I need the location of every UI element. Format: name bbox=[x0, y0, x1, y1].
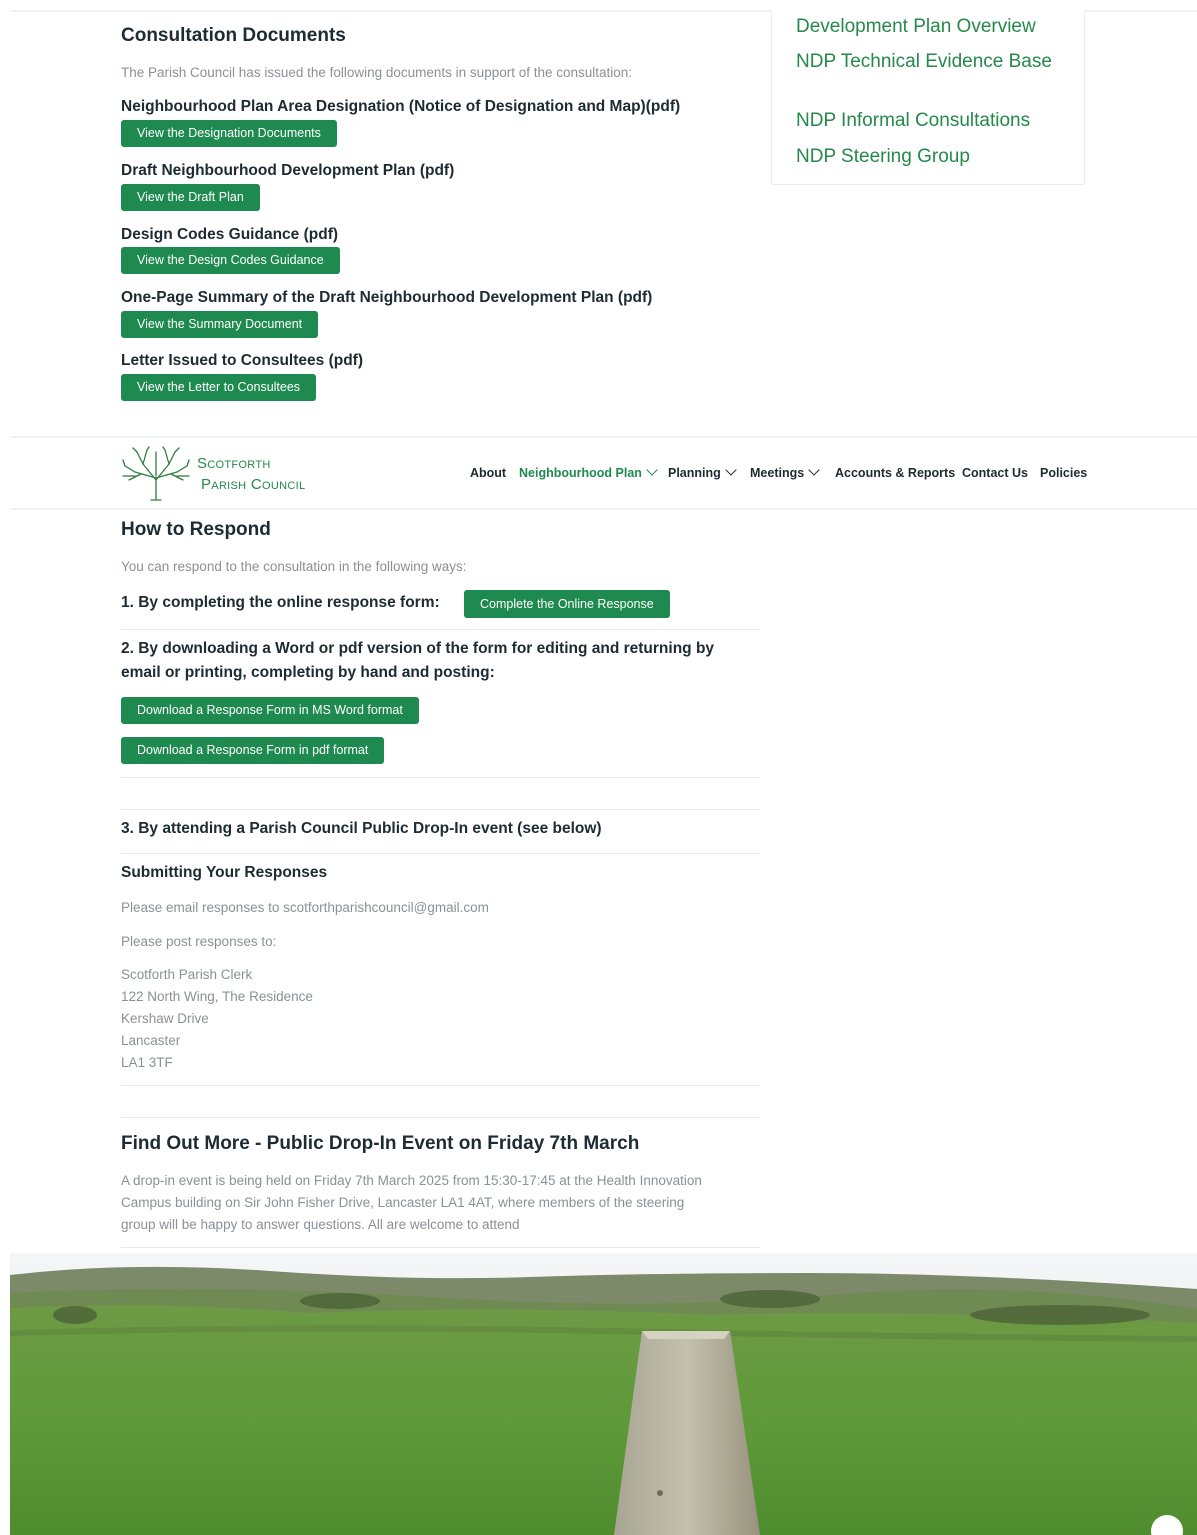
option3-text: 3. By attending a Parish Council Public … bbox=[121, 820, 602, 837]
complete-online-response-button[interactable]: Complete the Online Response bbox=[464, 590, 670, 618]
address-line-5: LA1 3TF bbox=[121, 1055, 173, 1070]
option2-line1: 2. By downloading a Word or pdf version … bbox=[121, 640, 715, 657]
event-text-line1: A drop-in event is being held on Friday … bbox=[121, 1173, 702, 1188]
logo-text-line2[interactable]: Parish Council bbox=[201, 476, 305, 493]
address-line-1: Scotforth Parish Clerk bbox=[121, 967, 253, 982]
doc-heading-design-codes: Design Codes Guidance (pdf) bbox=[121, 226, 339, 243]
event-text-line2: Campus building on Sir John Fisher Drive… bbox=[121, 1195, 685, 1210]
divider bbox=[121, 1247, 760, 1248]
address-line-2: 122 North Wing, The Residence bbox=[121, 989, 313, 1004]
submitting-title: Submitting Your Responses bbox=[121, 864, 328, 881]
event-text-line3: group will be happy to answer questions.… bbox=[121, 1217, 520, 1232]
sidebar-link-evidence[interactable]: NDP Technical Evidence Base bbox=[796, 50, 1056, 74]
divider bbox=[121, 777, 760, 778]
nav-meetings-label: Meetings bbox=[750, 466, 805, 480]
tree-logo-icon[interactable] bbox=[121, 446, 191, 502]
view-summary-button[interactable]: View the Summary Document bbox=[121, 311, 319, 338]
doc-heading-designation: Neighbourhood Plan Area Designation (Not… bbox=[121, 98, 681, 115]
event-title: Find Out More - Public Drop-In Event on … bbox=[121, 1133, 640, 1154]
sidebar-link-overview[interactable]: Development Plan Overview bbox=[796, 15, 1036, 39]
nav-planning-label: Planning bbox=[668, 466, 721, 480]
submitting-email: Please email responses to scotforthparis… bbox=[121, 900, 489, 915]
consultation-intro: The Parish Council has issued the follow… bbox=[121, 65, 633, 80]
chevron-down-icon bbox=[725, 464, 737, 476]
chevron-down-icon bbox=[646, 464, 658, 476]
doc-heading-summary: One-Page Summary of the Draft Neighbourh… bbox=[121, 289, 653, 306]
chevron-down-icon bbox=[808, 464, 820, 476]
landscape-photo bbox=[10, 1253, 1197, 1535]
nav-neighbourhood-plan[interactable]: Neighbourhood Plan bbox=[519, 464, 658, 480]
nav-neighbourhood-plan-label: Neighbourhood Plan bbox=[519, 466, 642, 480]
consultation-title: Consultation Documents bbox=[121, 25, 346, 46]
option1-text: 1. By completing the online response for… bbox=[121, 594, 440, 611]
address-line-3: Kershaw Drive bbox=[121, 1011, 209, 1026]
divider bbox=[121, 853, 760, 854]
view-letter-button[interactable]: View the Letter to Consultees bbox=[121, 374, 317, 401]
nav-planning[interactable]: Planning bbox=[668, 464, 737, 480]
download-pdf-form-button[interactable]: Download a Response Form in pdf format bbox=[121, 737, 385, 764]
nav-policies[interactable]: Policies bbox=[1040, 466, 1087, 480]
address-line-4: Lancaster bbox=[121, 1033, 181, 1048]
view-design-codes-button[interactable]: View the Design Codes Guidance bbox=[121, 247, 340, 274]
divider bbox=[121, 1117, 760, 1118]
download-word-form-button[interactable]: Download a Response Form in MS Word form… bbox=[121, 697, 419, 724]
submitting-post: Please post responses to: bbox=[121, 934, 277, 949]
nav-about[interactable]: About bbox=[470, 466, 506, 480]
sidebar-link-informal[interactable]: NDP Informal Consultations bbox=[796, 109, 1030, 133]
nav-meetings[interactable]: Meetings bbox=[750, 464, 820, 480]
view-draft-plan-button[interactable]: View the Draft Plan bbox=[121, 184, 260, 211]
option2-line2: email or printing, completing by hand an… bbox=[121, 664, 495, 681]
divider bbox=[121, 809, 760, 810]
doc-heading-letter: Letter Issued to Consultees (pdf) bbox=[121, 352, 363, 369]
divider bbox=[121, 629, 760, 630]
sidebar-link-steering[interactable]: NDP Steering Group bbox=[796, 145, 970, 169]
respond-intro: You can respond to the consultation in t… bbox=[121, 559, 467, 574]
view-designation-button[interactable]: View the Designation Documents bbox=[121, 120, 337, 147]
doc-heading-draft-plan: Draft Neighbourhood Development Plan (pd… bbox=[121, 162, 455, 179]
logo-text-line1[interactable]: Scotforth bbox=[197, 455, 271, 472]
respond-title: How to Respond bbox=[121, 519, 271, 540]
divider bbox=[121, 1085, 760, 1086]
nav-accounts-reports[interactable]: Accounts & Reports bbox=[835, 466, 955, 480]
nav-contact-us[interactable]: Contact Us bbox=[962, 466, 1028, 480]
